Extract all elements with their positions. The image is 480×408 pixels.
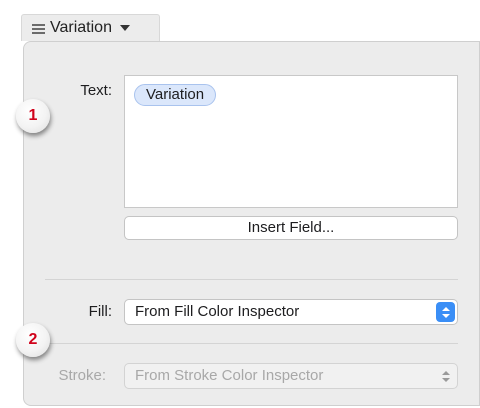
fill-label: Fill: [88, 303, 112, 320]
text-field[interactable]: Variation [124, 75, 458, 208]
up-down-arrows-icon [436, 302, 455, 322]
fill-select-value: From Fill Color Inspector [135, 303, 300, 320]
stroke-select-value: From Stroke Color Inspector [135, 367, 324, 384]
stroke-label: Stroke: [58, 367, 106, 384]
up-down-arrows-icon [436, 366, 455, 386]
insert-field-button[interactable]: Insert Field... [124, 216, 458, 240]
chevron-down-icon [119, 25, 130, 31]
list-icon [32, 22, 45, 34]
divider [45, 343, 458, 344]
variation-token[interactable]: Variation [134, 84, 217, 106]
divider [45, 279, 458, 280]
variation-menu-label: Variation [50, 19, 112, 36]
callout-badge-1: 1 [16, 99, 50, 133]
callout-badge-2: 2 [16, 323, 50, 357]
fill-select[interactable]: From Fill Color Inspector [124, 299, 458, 325]
text-label: Text: [80, 82, 112, 99]
stroke-select[interactable]: From Stroke Color Inspector [124, 363, 458, 389]
variation-menu-button[interactable]: Variation [21, 14, 160, 41]
